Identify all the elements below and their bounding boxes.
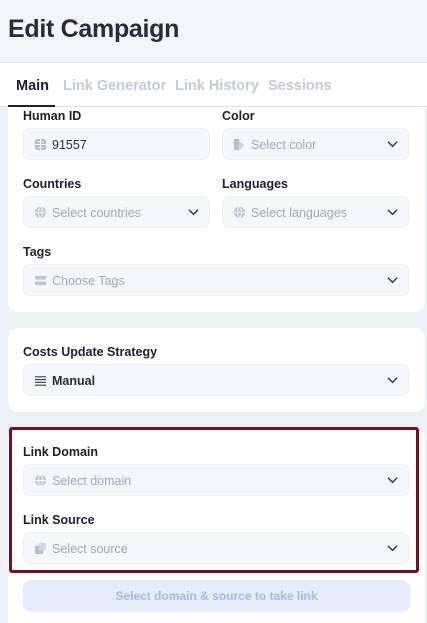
tab-link-generator[interactable]: Link Generator — [63, 78, 166, 94]
countries-label: Countries — [23, 177, 82, 191]
chevron-down-icon — [387, 141, 398, 148]
color-label: Color — [222, 109, 255, 123]
tab-link-history[interactable]: Link History — [175, 78, 259, 94]
page-title: Edit Campaign — [8, 15, 180, 43]
tab-sessions[interactable]: Sessions — [268, 78, 332, 94]
highlight-box — [9, 427, 419, 573]
chevron-down-icon — [387, 277, 398, 284]
human-id-field[interactable]: 91557 — [23, 128, 210, 160]
take-link-button-label: Select domain & source to take link — [115, 589, 318, 603]
take-link-button[interactable]: Select domain & source to take link — [23, 580, 410, 612]
languages-placeholder: Select languages — [251, 206, 347, 220]
languages-label: Languages — [222, 177, 288, 191]
globe-icon — [34, 138, 47, 151]
chevron-down-icon — [387, 377, 398, 384]
color-placeholder: Select color — [251, 138, 317, 152]
tags-label: Tags — [23, 245, 52, 259]
tags-placeholder: Choose Tags — [52, 274, 125, 288]
palette-icon — [233, 138, 245, 151]
color-select[interactable]: Select color — [222, 128, 409, 160]
languages-select[interactable]: Select languages — [222, 196, 409, 228]
page-header: Edit Campaign — [0, 0, 427, 62]
tab-main[interactable]: Main — [16, 78, 49, 94]
human-id-label: Human ID — [23, 109, 82, 123]
tab-bar: Main Link Generator Link History Session… — [0, 62, 427, 107]
tags-select[interactable]: Choose Tags — [23, 264, 409, 296]
countries-placeholder: Select countries — [52, 206, 141, 220]
human-id-value: 91557 — [52, 138, 87, 152]
list-icon — [34, 376, 47, 386]
tags-icon — [34, 275, 47, 286]
costs-strategy-select[interactable]: Manual — [23, 364, 409, 396]
globe-icon — [233, 206, 246, 219]
costs-strategy-label: Costs Update Strategy — [23, 345, 158, 359]
countries-select[interactable]: Select countries — [23, 196, 210, 228]
globe-icon — [34, 206, 47, 219]
costs-strategy-value: Manual — [52, 374, 96, 388]
chevron-down-icon — [387, 209, 398, 216]
chevron-down-icon — [188, 209, 199, 216]
